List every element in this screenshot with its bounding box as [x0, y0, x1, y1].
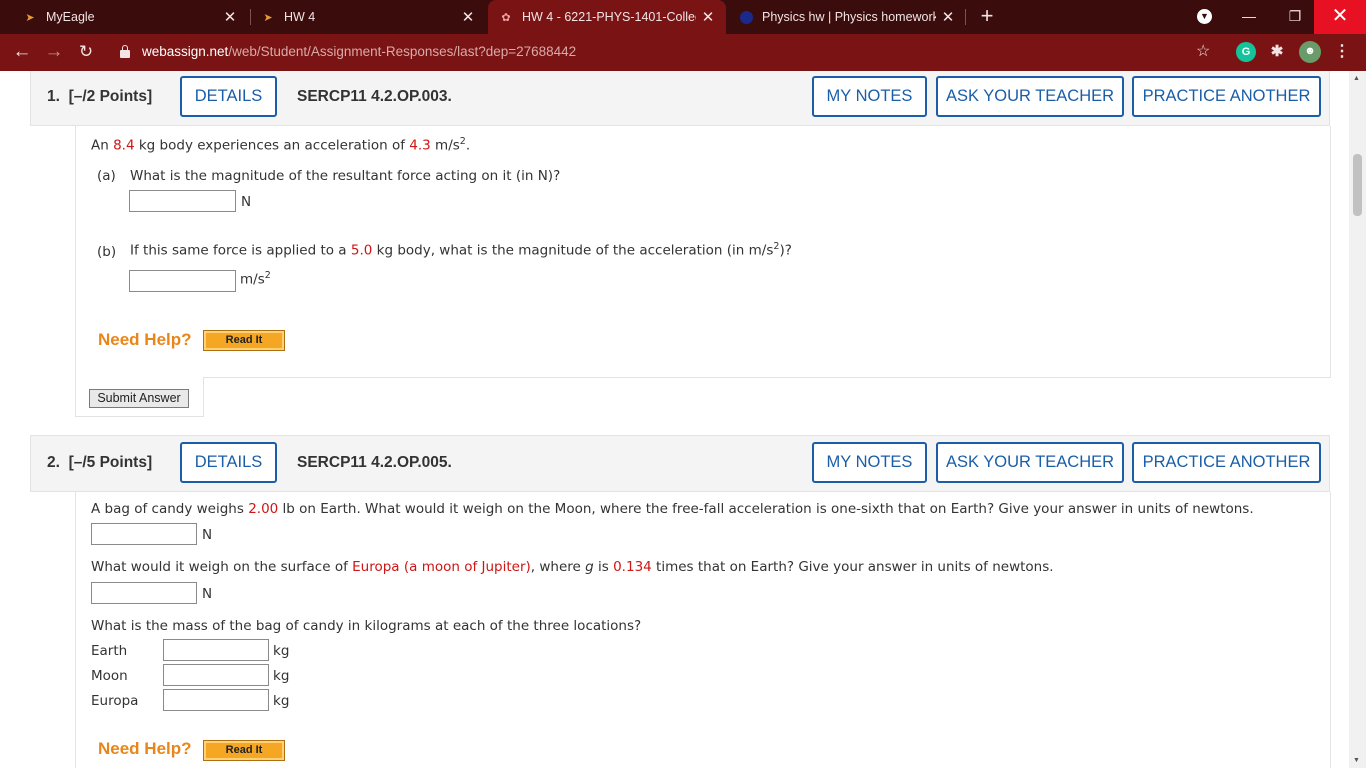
close-tab-icon[interactable]: ✕ [696, 8, 720, 26]
read-it-button[interactable]: Read It [203, 330, 285, 351]
back-arrow-icon[interactable]: ← [8, 34, 36, 71]
europa-mass-unit: kg [273, 693, 290, 709]
ask-your-teacher-button[interactable]: ASK YOUR TEACHER [936, 76, 1124, 117]
extensions-puzzle-icon[interactable]: ✱ [1267, 42, 1287, 62]
part-b-unit: m/s2 [240, 270, 271, 288]
lock-icon[interactable] [120, 45, 130, 59]
tab-title: Physics hw | Physics homework h [762, 10, 936, 24]
read-it-button[interactable]: Read It [203, 740, 285, 761]
earth-mass-unit: kg [273, 643, 290, 659]
question-1-header: 1. [–/2 Points] DETAILS SERCP11 4.2.OP.0… [30, 71, 1330, 126]
part-a-question: What is the magnitude of the resultant f… [130, 168, 561, 184]
question-2-body: A bag of candy weighs 2.00 lb on Earth. … [75, 492, 1331, 768]
page-scrollbar[interactable]: ▲ ▼ [1349, 71, 1366, 768]
tab-myeagle[interactable]: ➤ MyEagle ✕ [0, 0, 248, 34]
question-2-points: 2. [–/5 Points] [47, 454, 153, 471]
close-window-icon[interactable]: ✕ [1314, 0, 1366, 34]
details-button[interactable]: DETAILS [180, 76, 277, 117]
close-tab-icon[interactable]: ✕ [936, 8, 960, 26]
moon-weight-unit: N [202, 527, 213, 543]
part-a-label: (a) [97, 168, 116, 184]
my-notes-button[interactable]: MY NOTES [812, 76, 927, 117]
question-2-part-3-text: What is the mass of the bag of candy in … [91, 618, 642, 634]
practice-another-button[interactable]: PRACTICE ANOTHER [1132, 76, 1321, 117]
url-path: /web/Student/Assignment-Responses/last?d… [228, 44, 577, 59]
tab-title: HW 4 [284, 10, 316, 24]
webassign-favicon-icon: ✿ [501, 11, 511, 24]
bookmark-star-icon[interactable]: ☆ [1196, 34, 1210, 71]
part-b-answer-input[interactable] [129, 270, 236, 292]
address-bar: ← → ↻ webassign.net/web/Student/Assignme… [0, 34, 1366, 71]
reload-icon[interactable]: ↻ [72, 34, 100, 71]
tab-title: HW 4 - 6221-PHYS-1401-College [522, 10, 696, 24]
moon-mass-unit: kg [273, 668, 290, 684]
location-label-earth: Earth [91, 643, 128, 659]
question-2-part-1-text: A bag of candy weighs 2.00 lb on Earth. … [91, 501, 1254, 517]
tab-title: MyEagle [46, 10, 95, 24]
url-field[interactable]: webassign.net/web/Student/Assignment-Res… [142, 34, 576, 71]
browser-menu-icon[interactable]: ⋮ [1334, 34, 1350, 71]
profile-avatar-icon[interactable]: ☻ [1299, 41, 1321, 63]
europa-mass-input[interactable] [163, 689, 269, 711]
ask-your-teacher-button[interactable]: ASK YOUR TEACHER [936, 442, 1124, 483]
part-a-unit: N [241, 194, 252, 210]
chegg-favicon-icon [738, 9, 754, 25]
practice-another-button[interactable]: PRACTICE ANOTHER [1132, 442, 1321, 483]
earth-mass-input[interactable] [163, 639, 269, 661]
question-2-header: 2. [–/5 Points] DETAILS SERCP11 4.2.OP.0… [30, 435, 1330, 492]
submit-answer-button[interactable]: Submit Answer [89, 389, 189, 408]
question-2-id: SERCP11 4.2.OP.005. [297, 454, 452, 471]
restore-icon[interactable]: ❐ [1272, 0, 1318, 34]
forward-arrow-icon[interactable]: → [40, 34, 68, 71]
my-notes-button[interactable]: MY NOTES [812, 442, 927, 483]
location-label-europa: Europa [91, 693, 139, 709]
scroll-down-arrow-icon[interactable]: ▼ [1353, 757, 1360, 764]
need-help-label: Need Help? [98, 330, 192, 349]
eagle-favicon-icon: ➤ [25, 11, 35, 24]
minimize-icon[interactable]: — [1226, 0, 1272, 34]
eagle-favicon-icon: ➤ [263, 11, 273, 24]
details-button[interactable]: DETAILS [180, 442, 277, 483]
url-host: webassign.net [142, 44, 229, 59]
submit-area: Submit Answer [75, 377, 204, 417]
grammarly-extension-icon[interactable]: G [1236, 42, 1256, 62]
moon-mass-input[interactable] [163, 664, 269, 686]
europa-weight-unit: N [202, 586, 213, 602]
question-2-part-2-text: What would it weigh on the surface of Eu… [91, 559, 1054, 575]
tab-chegg[interactable]: Physics hw | Physics homework h ✕ [728, 0, 966, 34]
question-1-body: An 8.4 kg body experiences an accelerati… [75, 126, 1331, 378]
need-help-label: Need Help? [98, 739, 192, 758]
close-tab-icon[interactable]: ✕ [456, 8, 480, 26]
part-b-question: If this same force is applied to a 5.0 k… [130, 241, 792, 259]
tab-hw4[interactable]: ➤ HW 4 ✕ [238, 0, 486, 34]
tab-search-chevron-icon[interactable]: ▼ [1197, 9, 1212, 24]
question-1-points: 1. [–/2 Points] [47, 88, 153, 105]
scroll-up-arrow-icon[interactable]: ▲ [1353, 75, 1360, 82]
part-b-label: (b) [97, 244, 117, 260]
scrollbar-thumb[interactable] [1353, 154, 1362, 216]
question-1-intro: An 8.4 kg body experiences an accelerati… [91, 136, 471, 154]
page-content: 1. [–/2 Points] DETAILS SERCP11 4.2.OP.0… [0, 71, 1366, 768]
europa-weight-input[interactable] [91, 582, 197, 604]
question-1-id: SERCP11 4.2.OP.003. [297, 88, 452, 105]
part-a-answer-input[interactable] [129, 190, 236, 212]
moon-weight-input[interactable] [91, 523, 197, 545]
tab-bar: ➤ MyEagle ✕ ➤ HW 4 ✕ ✿ HW 4 - 6221-PHYS-… [0, 0, 1366, 34]
location-label-moon: Moon [91, 668, 128, 684]
new-tab-plus-icon[interactable]: + [976, 0, 998, 34]
tab-webassign-active[interactable]: ✿ HW 4 - 6221-PHYS-1401-College ✕ [488, 0, 726, 34]
